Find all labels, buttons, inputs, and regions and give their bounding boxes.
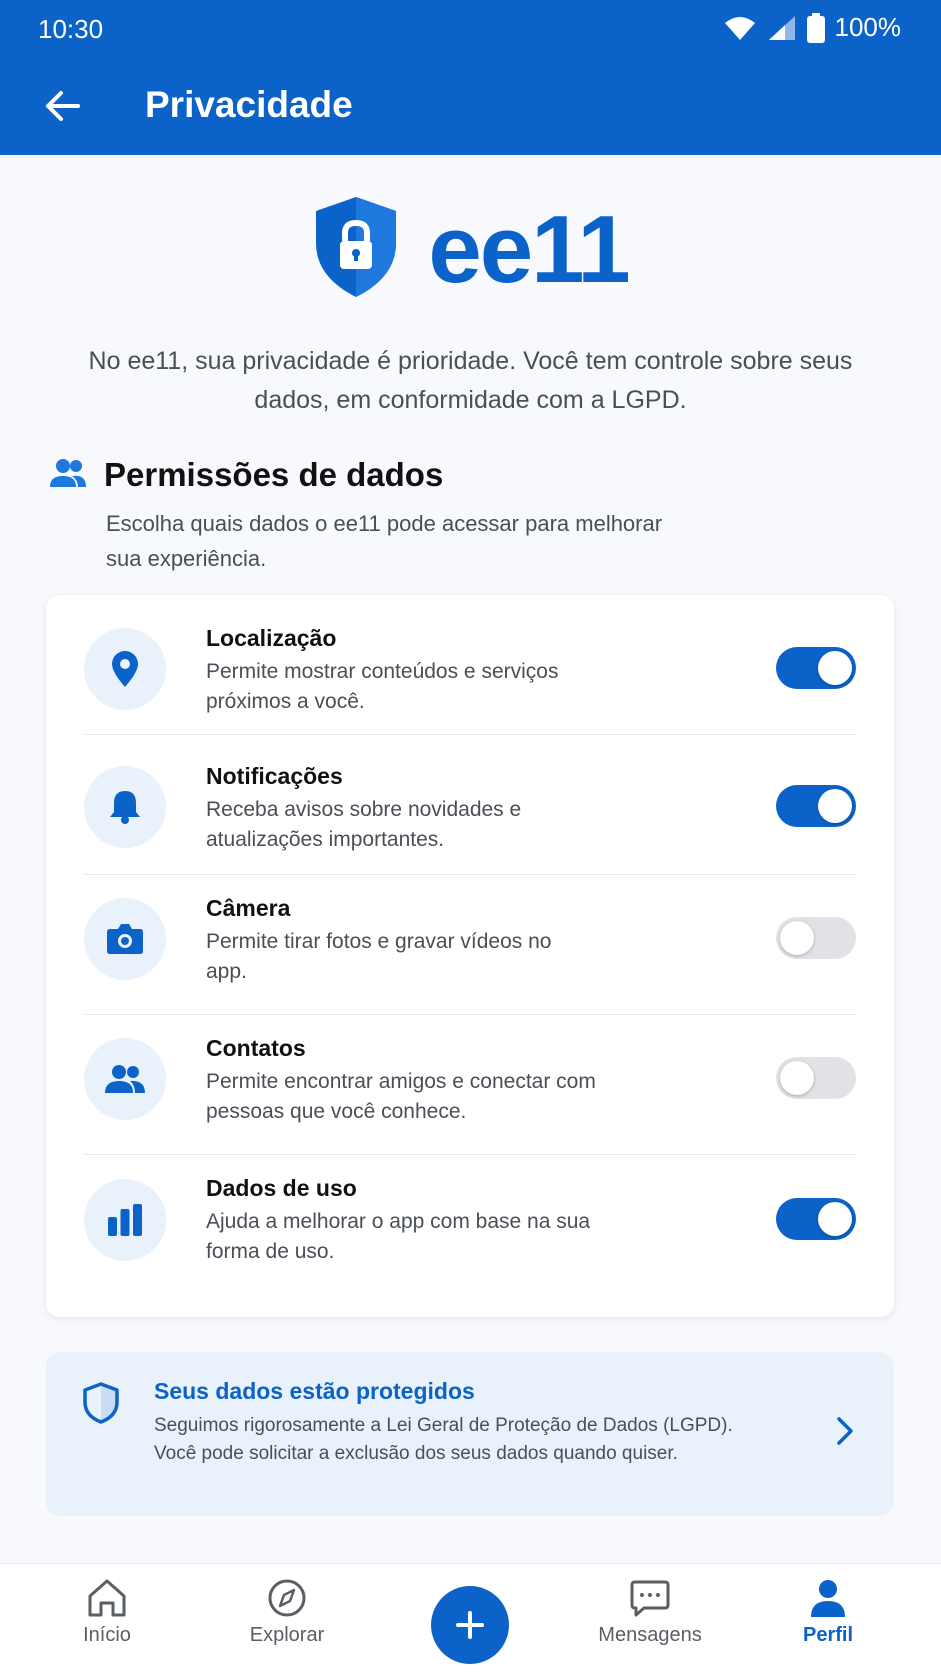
permission-title: Contatos [206,1035,306,1061]
people-icon [50,457,86,494]
camera-toggle[interactable] [776,917,856,959]
permission-row-contacts: Contatos Permite encontrar amigos e cone… [84,1015,856,1155]
permissions-card: Localização Permite mostrar conteúdos e … [46,595,894,1317]
home-icon [88,1579,126,1617]
nav-item-explore[interactable]: Explorar [207,1578,367,1647]
nav-item-messages[interactable]: Mensagens [570,1578,730,1647]
protection-text: Seguimos rigorosamente a Lei Geral de Pr… [154,1415,733,1464]
permission-row-notifications: Notificações Receba avisos sobre novidad… [84,735,856,875]
protection-title: Seus dados estão protegidos [154,1378,475,1404]
app-bar: 10:30 100% Privacidade [0,0,941,155]
data-protection-card[interactable]: Seus dados estão protegidos Seguimos rig… [46,1352,894,1516]
camera-icon [84,898,166,980]
nav-label: Explorar [249,1624,325,1646]
status-time: 10:30 [38,14,104,44]
nav-label: Mensagens [598,1624,702,1646]
brand-logo: ee11 [0,195,941,304]
permission-title: Notificações [206,763,343,789]
shield-icon [82,1382,120,1429]
section-title: Permissões de dados [104,456,444,493]
person-icon [811,1580,845,1617]
battery-icon [806,12,825,43]
add-button[interactable] [431,1586,509,1664]
nav-item-profile[interactable]: Perfil [748,1578,908,1647]
page-title: Privacidade [145,84,353,125]
permission-title: Dados de uso [206,1175,357,1201]
status-icons: 100% [723,12,902,43]
toggle-knob [818,1202,852,1236]
wifi-icon [723,15,757,41]
toggle-knob [818,789,852,823]
nav-label: Início [83,1624,131,1646]
arrow-left-icon [46,91,80,121]
contacts-toggle[interactable] [776,1057,856,1099]
permission-description: Permite mostrar conteúdos e serviços pró… [206,660,559,713]
back-button[interactable] [40,84,84,128]
permission-row-usage: Dados de uso Ajuda a melhorar o app com … [84,1155,856,1295]
battery-percent: 100% [834,12,902,42]
brand-name: ee11 [428,195,630,303]
chat-icon [630,1580,670,1617]
notifications-toggle[interactable] [776,785,856,827]
permission-description: Receba avisos sobre novidades e atualiza… [206,798,522,851]
plus-icon [456,1611,484,1639]
shield-lock-icon [312,195,400,304]
nav-item-home[interactable]: Início [27,1578,187,1647]
permission-row-camera: Câmera Permite tirar fotos e gravar víde… [84,875,856,1015]
permission-description: Ajuda a melhorar o app com base na sua f… [206,1210,591,1263]
bell-icon [84,766,166,848]
toggle-knob [780,921,814,955]
people-icon [84,1038,166,1120]
permission-title: Localização [206,625,337,651]
chevron-right-icon [836,1416,854,1451]
section-subtitle: Escolha quais dados o ee11 pode acessar … [106,511,663,571]
usage-data-toggle[interactable] [776,1198,856,1240]
bottom-navigation: Início Explorar Mensagens Perfil [0,1563,941,1672]
bar-chart-icon [84,1179,166,1261]
permission-description: Permite tirar fotos e gravar vídeos no a… [206,930,552,983]
permission-description: Permite encontrar amigos e conectar com … [206,1070,596,1123]
permissions-header: Permissões de dados [50,456,443,494]
compass-icon [268,1579,306,1617]
toggle-knob [780,1061,814,1095]
nav-label: Perfil [802,1624,854,1646]
signal-icon [767,14,797,42]
location-toggle[interactable] [776,647,856,689]
permission-title: Câmera [206,895,291,921]
toggle-knob [818,651,852,685]
permission-row-location: Localização Permite mostrar conteúdos e … [84,595,856,735]
location-pin-icon [84,628,166,710]
intro-text: No ee11, sua privacidade é prioridade. V… [88,347,853,414]
